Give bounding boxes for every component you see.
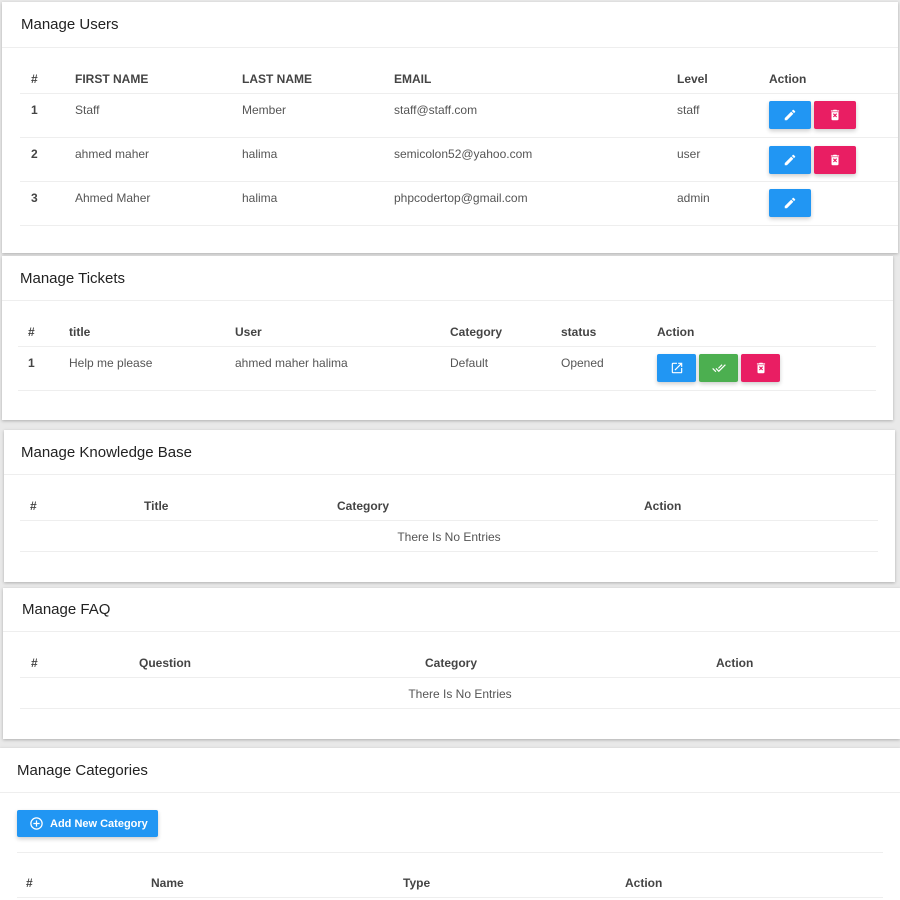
row-index: 1 xyxy=(31,103,38,117)
page-title: Manage FAQ xyxy=(22,601,111,618)
column-header-index: # xyxy=(31,72,38,86)
faq-card-header: Manage FAQ xyxy=(3,588,900,632)
column-header-title: Title xyxy=(144,499,169,513)
last-name: halima xyxy=(242,147,278,161)
trash-icon xyxy=(756,362,765,374)
email: staff@staff.com xyxy=(394,103,478,117)
double-check-icon xyxy=(711,364,726,373)
delete-user-button[interactable] xyxy=(814,101,856,129)
page-title: Manage Tickets xyxy=(20,269,126,287)
column-header-category: Category xyxy=(425,656,478,670)
empty-message: There Is No Entries xyxy=(397,530,501,544)
add-new-category-label: Add New Category xyxy=(50,817,148,830)
delete-ticket-button[interactable] xyxy=(741,354,780,382)
faq-card: Manage FAQ # Question Category Action Th… xyxy=(3,588,900,739)
table-row: 1 Staff Member staff@staff.com staff xyxy=(20,94,898,138)
column-header-action: Action xyxy=(716,656,754,670)
tickets-card-header: Manage Tickets xyxy=(2,256,893,301)
users-card-header: Manage Users xyxy=(2,2,898,48)
open-in-new-icon xyxy=(671,362,682,374)
row-index: 3 xyxy=(31,191,38,205)
email: semicolon52@yahoo.com xyxy=(394,147,533,161)
column-header-type: Type xyxy=(403,876,431,890)
table-header-row: # FIRST NAME LAST NAME EMAIL Level Actio… xyxy=(20,48,898,94)
empty-row: There Is No Entries xyxy=(20,678,900,709)
table-row: 1 Help me please ahmed maher halima Defa… xyxy=(18,347,876,391)
column-header-status: status xyxy=(561,325,597,339)
pencil-icon xyxy=(784,197,796,209)
categories-card: Manage Categories Add New Category # Nam… xyxy=(0,748,900,900)
column-header-name: Name xyxy=(151,876,184,890)
knowledge-base-table: # Title Category Action There Is No Entr… xyxy=(20,475,878,552)
column-header-action: Action xyxy=(657,325,695,339)
level: user xyxy=(677,147,701,161)
column-header-index: # xyxy=(28,325,35,339)
column-header-level: Level xyxy=(677,72,708,86)
empty-row: There Is No Entries xyxy=(20,521,878,552)
trash-icon xyxy=(830,154,840,166)
ticket-user: ahmed maher halima xyxy=(235,356,348,370)
table-row: 2 ahmed maher halima semicolon52@yahoo.c… xyxy=(20,138,898,182)
first-name: Ahmed Maher xyxy=(75,191,151,205)
column-header-action: Action xyxy=(769,72,807,86)
row-index: 2 xyxy=(31,147,38,161)
pencil-icon xyxy=(784,154,796,166)
column-header-last-name: LAST NAME xyxy=(242,72,312,86)
page-title: Manage Users xyxy=(21,16,119,33)
row-index: 1 xyxy=(28,356,35,370)
column-header-question: Question xyxy=(139,656,192,670)
column-header-category: Category xyxy=(337,499,390,513)
edit-user-button[interactable] xyxy=(769,146,811,174)
users-card: Manage Users # FIRST NAME LAST NAME EMAI… xyxy=(2,2,898,253)
column-header-user: User xyxy=(235,325,262,339)
table-row: 3 Ahmed Maher halima phpcodertop@gmail.c… xyxy=(20,182,898,226)
open-ticket-button[interactable] xyxy=(657,354,696,382)
table-header-row: # Name Type Action xyxy=(17,852,883,898)
edit-user-button[interactable] xyxy=(769,101,811,129)
column-header-email: EMAIL xyxy=(394,72,432,86)
first-name: Staff xyxy=(75,103,100,117)
categories-table: # Name Type Action xyxy=(17,852,883,898)
table-header-row: # Title Category Action xyxy=(20,475,878,521)
column-header-first-name: FIRST NAME xyxy=(75,72,149,86)
pencil-icon xyxy=(784,109,796,121)
column-header-index: # xyxy=(26,876,33,890)
last-name: Member xyxy=(242,103,287,117)
add-new-category-button[interactable]: Add New Category xyxy=(17,810,158,837)
column-header-index: # xyxy=(30,499,37,513)
empty-message: There Is No Entries xyxy=(408,687,512,701)
delete-user-button[interactable] xyxy=(814,146,856,174)
ticket-status: Opened xyxy=(561,356,604,370)
close-ticket-button[interactable] xyxy=(699,354,738,382)
last-name: halima xyxy=(242,191,278,205)
column-header-category: Category xyxy=(450,325,503,339)
trash-icon xyxy=(830,109,840,121)
knowledge-base-card: Manage Knowledge Base # Title Category A… xyxy=(4,430,895,582)
faq-table: # Question Category Action There Is No E… xyxy=(20,632,900,709)
table-header-row: # title User Category status Action xyxy=(18,301,876,347)
table-header-row: # Question Category Action xyxy=(20,632,900,678)
tickets-table: # title User Category status Action 1 He… xyxy=(18,301,876,391)
column-header-index: # xyxy=(31,656,38,670)
page-title: Manage Categories xyxy=(17,761,148,779)
categories-card-header: Manage Categories xyxy=(0,748,900,793)
email: phpcodertop@gmail.com xyxy=(394,191,528,205)
column-header-action: Action xyxy=(644,499,682,513)
first-name: ahmed maher xyxy=(75,147,150,161)
ticket-category: Default xyxy=(450,356,489,370)
users-table: # FIRST NAME LAST NAME EMAIL Level Actio… xyxy=(20,48,898,226)
tickets-card: Manage Tickets # title User Category sta… xyxy=(2,256,893,420)
column-header-title: title xyxy=(69,325,91,339)
ticket-title: Help me please xyxy=(69,356,153,370)
edit-user-button[interactable] xyxy=(769,189,811,217)
knowledge-base-card-header: Manage Knowledge Base xyxy=(4,430,895,475)
level: staff xyxy=(677,103,700,117)
level: admin xyxy=(677,191,710,205)
plus-circle-icon xyxy=(30,817,43,830)
page-title: Manage Knowledge Base xyxy=(21,443,192,461)
column-header-action: Action xyxy=(625,876,663,890)
